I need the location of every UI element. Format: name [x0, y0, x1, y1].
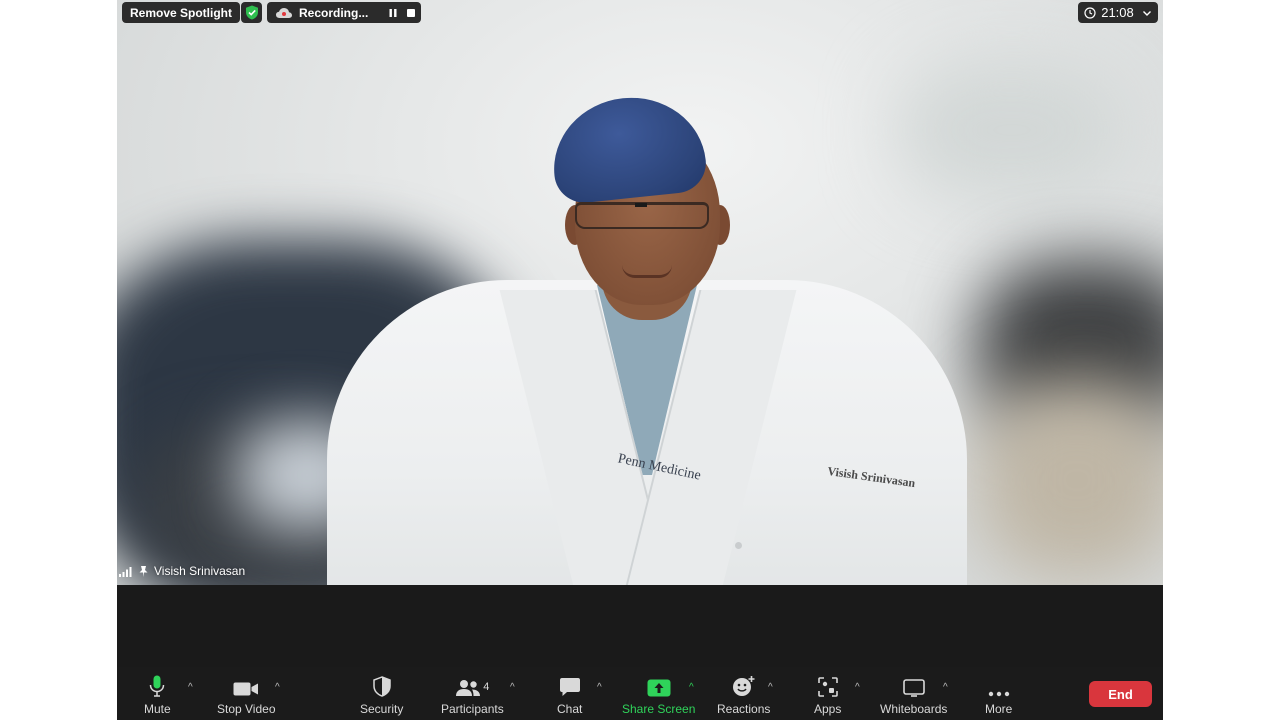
- security-button[interactable]: Security: [360, 673, 403, 716]
- chevron-down-icon: [1142, 10, 1151, 16]
- cloud-record-icon: [276, 7, 292, 18]
- security-label: Security: [360, 702, 404, 716]
- meeting-toolbar: Mute ^ Stop Video ^ Security 4 Participa…: [117, 667, 1163, 720]
- microphone-icon: [150, 675, 165, 697]
- more-dots-icon: [988, 691, 1009, 697]
- coat-button: [735, 542, 742, 549]
- recording-indicator: Recording...: [267, 2, 421, 23]
- apps-button[interactable]: Apps: [814, 673, 841, 716]
- reactions-options-caret[interactable]: ^: [768, 682, 773, 693]
- shield-check-icon: [245, 5, 258, 20]
- participants-count: 4: [483, 681, 490, 693]
- reactions-label: Reactions: [717, 702, 771, 716]
- encryption-shield-button[interactable]: [241, 2, 262, 23]
- chat-options-caret[interactable]: ^: [597, 682, 602, 693]
- security-shield-icon: [372, 676, 391, 697]
- clock-icon: [1084, 6, 1096, 19]
- smile: [622, 265, 672, 278]
- remove-spotlight-button[interactable]: Remove Spotlight: [122, 2, 241, 23]
- video-camera-icon: [233, 682, 259, 696]
- pause-icon: [389, 8, 397, 17]
- zoom-window: Penn Medicine Visish Srinivasan Remove S…: [117, 0, 1163, 720]
- participants-options-caret[interactable]: ^: [510, 682, 515, 693]
- whiteboards-button[interactable]: Whiteboards: [880, 673, 947, 716]
- participant-name-tag: Visish Srinivasan: [119, 564, 245, 578]
- reactions-button[interactable]: Reactions: [717, 673, 770, 716]
- more-button[interactable]: More: [985, 673, 1012, 716]
- end-meeting-button[interactable]: End: [1089, 681, 1152, 707]
- share-screen-button[interactable]: Share Screen: [622, 673, 695, 716]
- signal-bars-icon: [119, 566, 132, 577]
- apps-label: Apps: [814, 702, 842, 716]
- participant-person: Penn Medicine Visish Srinivasan: [317, 90, 977, 585]
- share-screen-label: Share Screen: [622, 702, 696, 716]
- more-label: More: [985, 702, 1013, 716]
- meeting-clock: 21:08: [1101, 5, 1134, 20]
- mute-label: Mute: [144, 702, 171, 716]
- audio-options-caret[interactable]: ^: [188, 682, 193, 693]
- mute-button[interactable]: Mute: [144, 673, 171, 716]
- glasses: [575, 202, 709, 229]
- participant-video[interactable]: Penn Medicine Visish Srinivasan Remove S…: [117, 0, 1163, 585]
- participants-label: Participants: [441, 702, 504, 716]
- participants-icon: [456, 680, 481, 696]
- chat-bubble-icon: [559, 678, 580, 696]
- whiteboards-options-caret[interactable]: ^: [943, 682, 948, 693]
- stop-video-label: Stop Video: [217, 702, 276, 716]
- pin-icon: [139, 565, 148, 577]
- chat-label: Chat: [557, 702, 583, 716]
- background-tan-object: [977, 380, 1163, 580]
- surgical-cap: [547, 90, 709, 206]
- stop-video-button[interactable]: Stop Video: [217, 673, 276, 716]
- apps-options-caret[interactable]: ^: [855, 682, 860, 693]
- chat-button[interactable]: Chat: [557, 673, 582, 716]
- apps-icon: [817, 677, 838, 697]
- pause-recording-button[interactable]: [386, 6, 400, 20]
- emoji-plus-icon: [732, 676, 755, 696]
- participants-button[interactable]: 4 Participants: [441, 673, 504, 716]
- share-options-caret[interactable]: ^: [689, 682, 694, 693]
- whiteboard-icon: [902, 679, 925, 697]
- stop-recording-button[interactable]: [404, 6, 418, 20]
- recording-label: Recording...: [299, 5, 369, 20]
- stop-icon: [407, 8, 416, 17]
- meeting-time-button[interactable]: 21:08: [1078, 2, 1158, 23]
- video-options-caret[interactable]: ^: [275, 682, 280, 693]
- whiteboards-label: Whiteboards: [880, 702, 948, 716]
- participant-name: Visish Srinivasan: [154, 564, 246, 578]
- share-screen-icon: [647, 679, 671, 697]
